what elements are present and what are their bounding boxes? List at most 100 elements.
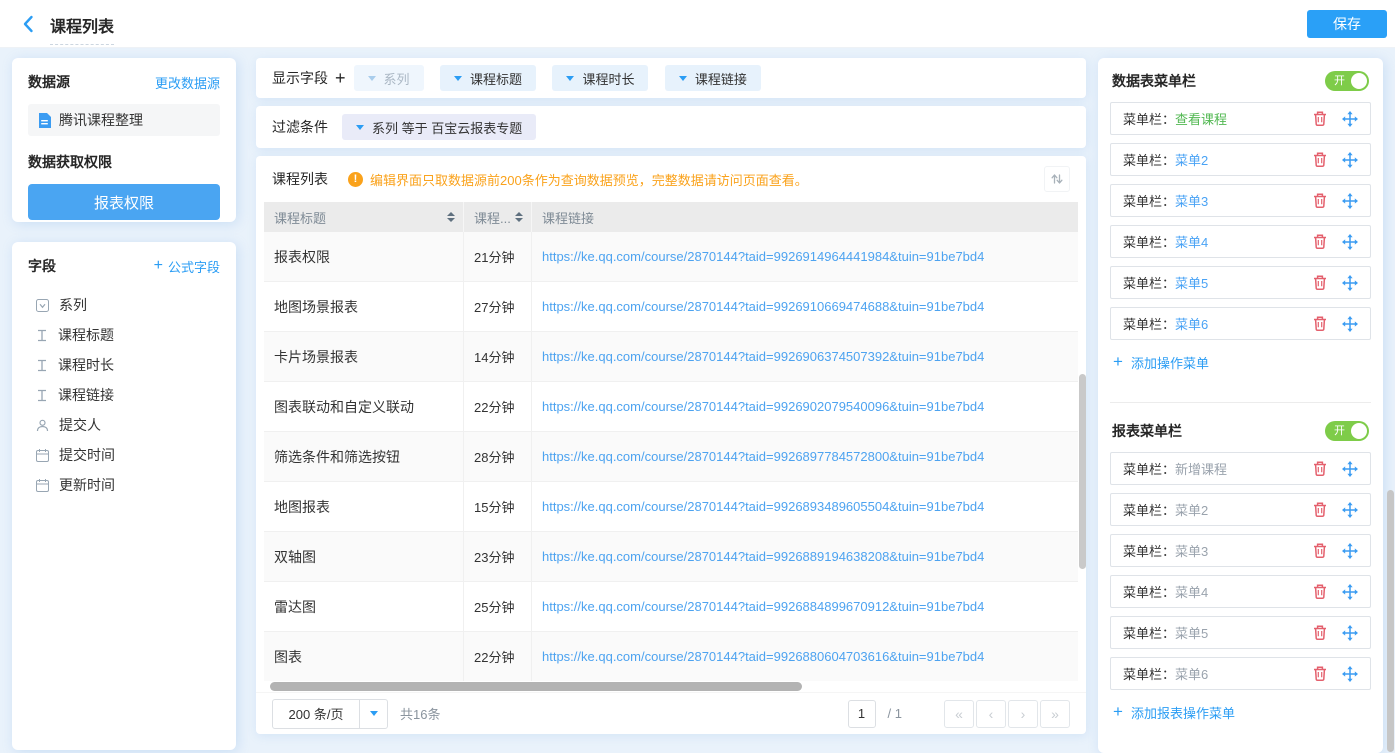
- first-page-button[interactable]: «: [944, 700, 974, 728]
- move-icon[interactable]: [1342, 666, 1358, 682]
- course-link[interactable]: https://ke.qq.com/course/2870144?taid=99…: [542, 499, 984, 514]
- add-display-field-icon[interactable]: +: [335, 69, 346, 87]
- menu-item-value[interactable]: 菜单5: [1175, 273, 1208, 292]
- menu-item-prefix: 菜单栏：: [1123, 664, 1175, 683]
- delete-icon[interactable]: [1313, 502, 1327, 517]
- delete-icon[interactable]: [1313, 316, 1327, 331]
- field-item-series[interactable]: 系列: [28, 290, 220, 320]
- cell-course-duration: 22分钟: [464, 382, 532, 431]
- menu-item-value[interactable]: 菜单6: [1175, 664, 1208, 683]
- delete-icon[interactable]: [1313, 152, 1327, 167]
- delete-icon[interactable]: [1313, 234, 1327, 249]
- display-field-tag[interactable]: 系列: [354, 65, 424, 91]
- display-field-tag[interactable]: 课程链接: [665, 65, 761, 91]
- course-link[interactable]: https://ke.qq.com/course/2870144?taid=99…: [542, 549, 984, 564]
- change-datasource-link[interactable]: 更改数据源: [155, 73, 220, 92]
- delete-icon[interactable]: [1313, 543, 1327, 558]
- report-menu-toggle[interactable]: 开: [1325, 421, 1369, 441]
- course-link[interactable]: https://ke.qq.com/course/2870144?taid=99…: [542, 349, 984, 364]
- page-size-select[interactable]: 200 条/页: [272, 699, 388, 729]
- course-link[interactable]: https://ke.qq.com/course/2870144?taid=99…: [542, 449, 984, 464]
- move-icon[interactable]: [1342, 461, 1358, 477]
- delete-icon[interactable]: [1313, 625, 1327, 640]
- display-field-tag[interactable]: 课程标题: [440, 65, 536, 91]
- table-row[interactable]: 筛选条件和筛选按钮 28分钟 https://ke.qq.com/course/…: [264, 432, 1078, 482]
- field-item-course-duration[interactable]: 课程时长: [28, 350, 220, 380]
- sort-arrows-icon[interactable]: [515, 212, 523, 222]
- menu-item-value[interactable]: 菜单5: [1175, 623, 1208, 642]
- move-icon[interactable]: [1342, 584, 1358, 600]
- move-icon[interactable]: [1342, 275, 1358, 291]
- course-table-card: 课程列表 ! 编辑界面只取数据源前200条作为查询数据预览，完整数据请访问页面查…: [256, 156, 1086, 734]
- add-table-menu-link[interactable]: + 添加操作菜单: [1113, 352, 1371, 372]
- move-icon[interactable]: [1342, 193, 1358, 209]
- save-button[interactable]: 保存: [1307, 10, 1387, 38]
- delete-icon[interactable]: [1313, 111, 1327, 126]
- field-item-course-title[interactable]: 课程标题: [28, 320, 220, 350]
- field-item-submit-time[interactable]: 提交时间: [28, 440, 220, 470]
- course-link[interactable]: https://ke.qq.com/course/2870144?taid=99…: [542, 649, 984, 664]
- table-row[interactable]: 卡片场景报表 14分钟 https://ke.qq.com/course/287…: [264, 332, 1078, 382]
- menu-item-value[interactable]: 菜单2: [1175, 150, 1208, 169]
- delete-icon[interactable]: [1313, 584, 1327, 599]
- delete-icon[interactable]: [1313, 461, 1327, 476]
- table-horizontal-scroll-track: [264, 681, 1078, 692]
- field-label: 提交人: [59, 415, 101, 435]
- sort-arrows-icon[interactable]: [447, 212, 455, 222]
- add-formula-field-link[interactable]: + 公式字段: [154, 257, 220, 276]
- sort-toggle-button[interactable]: [1044, 166, 1070, 192]
- table-row[interactable]: 图表联动和自定义联动 22分钟 https://ke.qq.com/course…: [264, 382, 1078, 432]
- move-icon[interactable]: [1342, 152, 1358, 168]
- page-vertical-scrollbar[interactable]: [1387, 490, 1394, 752]
- move-icon[interactable]: [1342, 111, 1358, 127]
- menu-item-value[interactable]: 菜单3: [1175, 541, 1208, 560]
- table-menu-section-title: 数据表菜单栏: [1112, 71, 1196, 91]
- field-item-update-time[interactable]: 更新时间: [28, 470, 220, 500]
- field-item-course-link[interactable]: 课程链接: [28, 380, 220, 410]
- move-icon[interactable]: [1342, 316, 1358, 332]
- cell-course-duration: 25分钟: [464, 582, 532, 631]
- total-count: 共16条: [400, 704, 440, 723]
- menu-item-value[interactable]: 菜单2: [1175, 500, 1208, 519]
- table-row[interactable]: 地图报表 15分钟 https://ke.qq.com/course/28701…: [264, 482, 1078, 532]
- menu-item-value[interactable]: 菜单3: [1175, 191, 1208, 210]
- table-menu-toggle[interactable]: 开: [1325, 71, 1369, 91]
- display-field-tag[interactable]: 课程时长: [552, 65, 648, 91]
- move-icon[interactable]: [1342, 234, 1358, 250]
- menu-item-value[interactable]: 查看课程: [1175, 109, 1227, 128]
- chevron-down-icon: [368, 76, 376, 81]
- table-row[interactable]: 报表权限 21分钟 https://ke.qq.com/course/28701…: [264, 232, 1078, 282]
- back-icon[interactable]: [18, 13, 40, 35]
- table-horizontal-scrollbar[interactable]: [270, 682, 802, 691]
- table-row[interactable]: 地图场景报表 27分钟 https://ke.qq.com/course/287…: [264, 282, 1078, 332]
- filter-condition-tag[interactable]: 系列 等于 百宝云报表专题: [342, 114, 536, 140]
- menu-item-value[interactable]: 菜单4: [1175, 582, 1208, 601]
- menu-item-value[interactable]: 菜单6: [1175, 314, 1208, 333]
- last-page-button[interactable]: »: [1040, 700, 1070, 728]
- datasource-item[interactable]: 腾讯课程整理: [28, 104, 220, 136]
- menu-item-value[interactable]: 菜单4: [1175, 232, 1208, 251]
- table-vertical-scrollbar[interactable]: [1079, 374, 1086, 569]
- delete-icon[interactable]: [1313, 666, 1327, 681]
- move-icon[interactable]: [1342, 502, 1358, 518]
- prev-page-button[interactable]: ‹: [976, 700, 1006, 728]
- table-row[interactable]: 雷达图 25分钟 https://ke.qq.com/course/287014…: [264, 582, 1078, 632]
- delete-icon[interactable]: [1313, 193, 1327, 208]
- field-item-submitter[interactable]: 提交人: [28, 410, 220, 440]
- fields-card: 字段 + 公式字段 系列 课程标题 课程时长: [12, 242, 236, 750]
- course-link[interactable]: https://ke.qq.com/course/2870144?taid=99…: [542, 599, 984, 614]
- table-row[interactable]: 图表 22分钟 https://ke.qq.com/course/2870144…: [264, 632, 1078, 681]
- course-link[interactable]: https://ke.qq.com/course/2870144?taid=99…: [542, 299, 984, 314]
- current-page-input[interactable]: 1: [848, 700, 876, 728]
- move-icon[interactable]: [1342, 625, 1358, 641]
- move-icon[interactable]: [1342, 543, 1358, 559]
- plus-icon: +: [1113, 702, 1123, 722]
- course-link[interactable]: https://ke.qq.com/course/2870144?taid=99…: [542, 249, 984, 264]
- table-row[interactable]: 双轴图 23分钟 https://ke.qq.com/course/287014…: [264, 532, 1078, 582]
- report-permission-button[interactable]: 报表权限: [28, 184, 220, 220]
- course-link[interactable]: https://ke.qq.com/course/2870144?taid=99…: [542, 399, 984, 414]
- menu-item-value[interactable]: 新增课程: [1175, 459, 1227, 478]
- delete-icon[interactable]: [1313, 275, 1327, 290]
- add-report-menu-link[interactable]: + 添加报表操作菜单: [1113, 702, 1371, 722]
- next-page-button[interactable]: ›: [1008, 700, 1038, 728]
